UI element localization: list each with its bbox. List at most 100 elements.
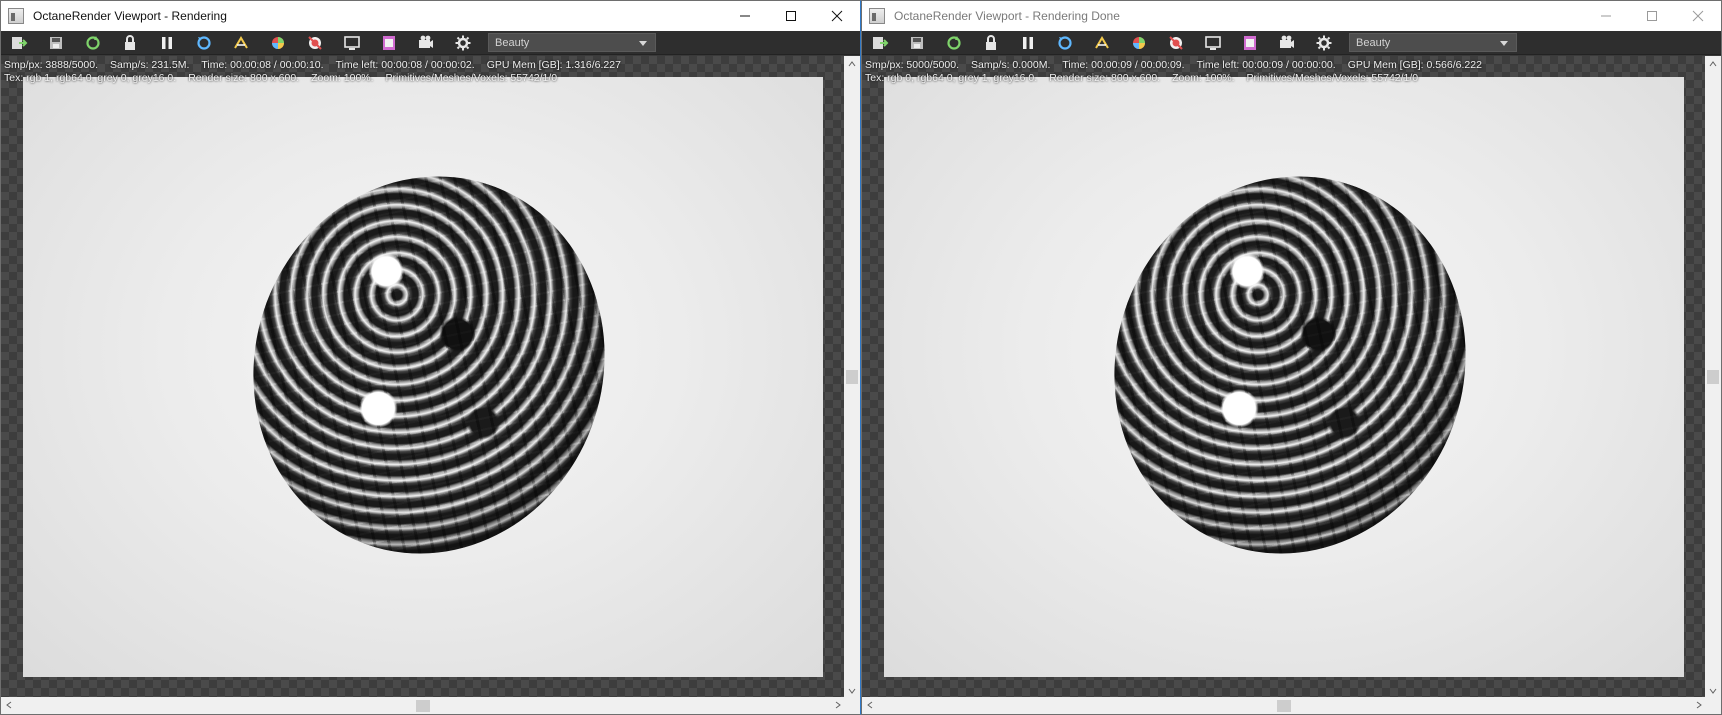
zoom-level: Zoom: 100%.: [311, 72, 374, 84]
region-render-icon: [1205, 35, 1221, 50]
recompile-icon: [86, 35, 100, 50]
maximize-button[interactable]: [768, 1, 814, 31]
render-pass-dropdown[interactable]: Beauty: [488, 33, 656, 52]
settings-button[interactable]: [449, 32, 477, 54]
zoom-level: Zoom: 100%.: [1172, 72, 1235, 84]
texture-stats: Tex: rgb 0, rgb64 0, grey 1, grey16 0.: [865, 72, 1038, 84]
recompile-button[interactable]: [79, 32, 107, 54]
render-viewport[interactable]: Smp/px: 5000/5000. Samp/s: 0.000M. Time: 0…: [862, 56, 1707, 699]
scrollbar-corner: [844, 697, 860, 714]
vertical-scrollbar[interactable]: [1705, 56, 1721, 699]
window-title: OctaneRender Viewport - Rendering Done: [894, 9, 1120, 23]
restart-render-button[interactable]: [190, 32, 218, 54]
texture-stats: Tex: rgb 1, rgb64 0, grey 0, grey16 0.: [4, 72, 177, 84]
scroll-right-icon[interactable]: [834, 701, 842, 709]
render-pass-dropdown[interactable]: Beauty: [1349, 33, 1517, 52]
horizontal-scroll-thumb[interactable]: [416, 700, 430, 712]
minimize-icon: [1601, 15, 1611, 17]
horizontal-scroll-thumb[interactable]: [1277, 700, 1291, 712]
viewport-window-rendering-done[interactable]: OctaneRender Viewport - Rendering Done B…: [861, 0, 1722, 715]
restart-render-button[interactable]: [1051, 32, 1079, 54]
desktop: OctaneRender Viewport - Rendering Beauty: [0, 0, 1722, 715]
samples-per-px: Smp/px: 3888/5000.: [4, 59, 98, 71]
export-render-icon: [12, 36, 28, 49]
pause-button[interactable]: [1014, 32, 1042, 54]
camera-button[interactable]: [1273, 32, 1301, 54]
minimize-icon: [740, 15, 750, 17]
save-image-button[interactable]: [903, 32, 931, 54]
focus-picker-button[interactable]: [1088, 32, 1116, 54]
save-image-button[interactable]: [42, 32, 70, 54]
title-bar[interactable]: OctaneRender Viewport - Rendering: [1, 1, 860, 31]
material-picker-icon: [308, 35, 322, 50]
save-image-icon: [911, 36, 923, 49]
viewport-toolbar: Beauty: [862, 31, 1721, 55]
app-icon: [869, 8, 885, 24]
pause-button[interactable]: [153, 32, 181, 54]
title-bar[interactable]: OctaneRender Viewport - Rendering Done: [862, 1, 1721, 31]
color-picker-button[interactable]: [1125, 32, 1153, 54]
viewport-toolbar: Beauty: [1, 31, 860, 55]
render-size: Render size: 800 x 600.: [188, 72, 300, 84]
minimize-button[interactable]: [1583, 1, 1629, 31]
scroll-down-icon[interactable]: [1709, 687, 1717, 695]
export-render-button[interactable]: [866, 32, 894, 54]
color-picker-icon: [272, 36, 284, 49]
lock-viewport-button[interactable]: [977, 32, 1005, 54]
gpu-memory: GPU Mem [GB]: 0.566/6.222: [1347, 59, 1482, 71]
maximize-button[interactable]: [1629, 1, 1675, 31]
window-controls: [1583, 1, 1721, 31]
gpu-memory: GPU Mem [GB]: 1.316/6.227: [486, 59, 621, 71]
close-button[interactable]: [814, 1, 860, 31]
window-title: OctaneRender Viewport - Rendering: [33, 9, 227, 23]
close-icon: [1692, 10, 1704, 22]
focus-picker-button[interactable]: [227, 32, 255, 54]
recompile-button[interactable]: [940, 32, 968, 54]
region-render-button[interactable]: [1199, 32, 1227, 54]
scroll-up-icon[interactable]: [848, 60, 856, 68]
export-render-button[interactable]: [5, 32, 33, 54]
render-viewport[interactable]: Smp/px: 3888/5000. Samp/s: 231.5M. Time: 0…: [1, 56, 846, 699]
horizontal-scrollbar[interactable]: [1, 697, 846, 714]
region-render-button[interactable]: [338, 32, 366, 54]
focus-picker-icon: [1095, 35, 1109, 49]
export-render-icon: [873, 36, 889, 49]
render-time: Time: 00:00:08 / 00:00:10.: [201, 59, 324, 71]
chevron-down-icon: [1500, 41, 1508, 46]
material-picker-button[interactable]: [1162, 32, 1190, 54]
camera-icon: [419, 35, 433, 48]
film-region-icon: [1244, 35, 1256, 50]
rendered-image[interactable]: [23, 77, 823, 677]
vertical-scrollbar[interactable]: [844, 56, 860, 699]
pause-icon: [162, 36, 172, 49]
vertical-scroll-thumb[interactable]: [846, 370, 858, 384]
vertical-scroll-thumb[interactable]: [1707, 370, 1719, 384]
scroll-right-icon[interactable]: [1695, 701, 1703, 709]
lock-viewport-button[interactable]: [116, 32, 144, 54]
settings-button[interactable]: [1310, 32, 1338, 54]
viewport-window-rendering[interactable]: OctaneRender Viewport - Rendering Beauty: [0, 0, 861, 715]
color-picker-icon: [1133, 36, 1145, 49]
scroll-down-icon[interactable]: [848, 687, 856, 695]
render-pass-value: Beauty: [495, 36, 530, 49]
scrollbar-corner: [1705, 697, 1721, 714]
horizontal-scrollbar[interactable]: [862, 697, 1707, 714]
primitives-count: Primitives/Meshes/Voxels: 55742/1/0: [385, 72, 558, 84]
scroll-left-icon[interactable]: [866, 701, 874, 709]
close-button[interactable]: [1675, 1, 1721, 31]
color-picker-button[interactable]: [264, 32, 292, 54]
film-region-button[interactable]: [375, 32, 403, 54]
time-left: Time left: 00:00:09 / 00:00:00.: [1196, 59, 1336, 71]
restart-render-icon: [197, 35, 211, 50]
marble-sphere: [204, 130, 654, 600]
material-picker-button[interactable]: [301, 32, 329, 54]
scroll-up-icon[interactable]: [1709, 60, 1717, 68]
settings-gear-icon: [1316, 35, 1332, 50]
minimize-button[interactable]: [722, 1, 768, 31]
film-region-button[interactable]: [1236, 32, 1264, 54]
samples-per-sec: Samp/s: 0.000M.: [970, 59, 1051, 71]
camera-button[interactable]: [412, 32, 440, 54]
scroll-left-icon[interactable]: [5, 701, 13, 709]
lock-viewport-icon: [986, 34, 996, 50]
rendered-image[interactable]: [884, 77, 1684, 677]
